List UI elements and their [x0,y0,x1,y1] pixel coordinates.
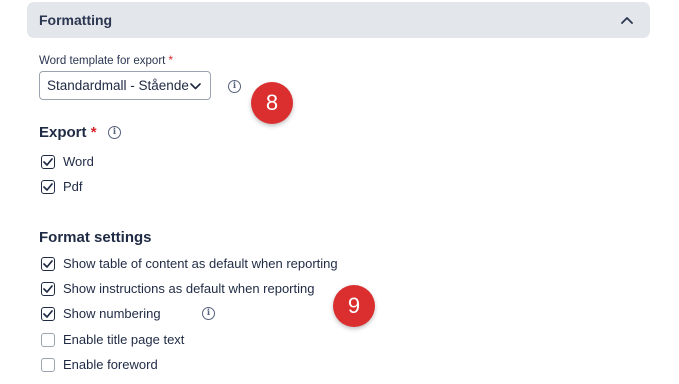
checkbox-checked-icon[interactable] [41,179,55,194]
setting-show-numbering[interactable]: Show numbering [41,306,161,321]
export-option-label: Pdf [63,179,83,194]
export-option-label: Word [63,154,94,169]
export-option-word[interactable]: Word [41,154,94,169]
annotation-badge-9: 9 [333,285,375,327]
export-option-pdf[interactable]: Pdf [41,179,83,194]
checkbox-unchecked-icon[interactable] [41,332,55,347]
annotation-badge-8: 8 [251,82,293,124]
checkbox-checked-icon[interactable] [41,256,55,271]
setting-show-instructions[interactable]: Show instructions as default when report… [41,281,314,296]
setting-label: Enable foreword [63,357,158,372]
chevron-up-icon[interactable] [620,13,634,27]
checkbox-checked-icon[interactable] [41,306,55,321]
setting-enable-title-page-text[interactable]: Enable title page text [41,332,184,347]
section-title: Formatting [39,12,113,28]
setting-label: Show table of content as default when re… [63,256,338,271]
word-template-info-icon[interactable]: i [228,80,241,93]
checkbox-checked-icon[interactable] [41,281,55,296]
setting-label: Show instructions as default when report… [63,281,315,296]
checkbox-unchecked-icon[interactable] [41,357,55,372]
chevron-down-icon [190,78,201,93]
export-heading: Export * [39,124,97,141]
show-numbering-info-icon[interactable]: i [202,307,215,320]
setting-enable-foreword[interactable]: Enable foreword [41,357,158,372]
export-info-icon[interactable]: i [108,126,121,139]
word-template-selected-value: Standardmall - Stående [47,78,189,93]
setting-label: Enable title page text [63,332,185,347]
word-template-label: Word template for export * [39,55,173,67]
setting-label: Show numbering [63,306,161,321]
word-template-label-text: Word template for export [39,55,166,67]
word-template-select[interactable]: Standardmall - Stående [39,71,211,100]
setting-show-table-of-content[interactable]: Show table of content as default when re… [41,256,338,271]
required-marker: * [168,55,174,67]
export-heading-text: Export [39,124,87,141]
formatting-section-header[interactable]: Formatting [27,2,650,38]
format-settings-heading: Format settings [39,229,152,246]
required-marker: * [90,124,97,141]
checkbox-checked-icon[interactable] [41,154,55,169]
